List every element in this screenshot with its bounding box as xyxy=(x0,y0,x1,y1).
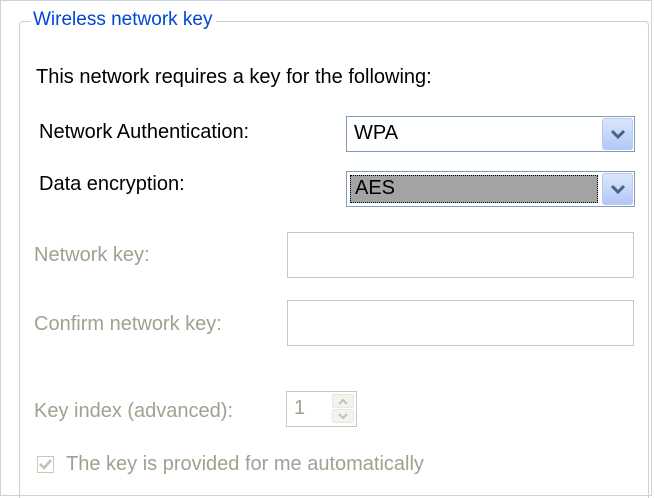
data-encryption-dropdown[interactable]: AES xyxy=(346,171,635,207)
group-title: Wireless network key xyxy=(31,8,216,32)
wireless-properties-panel: Wireless network key This network requir… xyxy=(0,0,652,498)
spinner-down-icon xyxy=(338,413,348,420)
chevron-down-icon xyxy=(611,184,625,195)
auto-key-checkbox[interactable] xyxy=(37,456,54,473)
data-encryption-label: Data encryption: xyxy=(39,173,185,195)
confirm-network-key-field[interactable] xyxy=(287,300,634,346)
network-key-label: Network key: xyxy=(34,244,150,266)
spinner-up-icon xyxy=(338,398,348,405)
network-authentication-label: Network Authentication: xyxy=(39,121,250,143)
data-encryption-value: AES xyxy=(355,177,396,199)
network-authentication-value: WPA xyxy=(354,122,399,144)
key-index-up-button[interactable] xyxy=(332,394,354,408)
chevron-down-icon xyxy=(611,129,625,140)
key-index-spinner[interactable]: 1 xyxy=(286,391,357,427)
confirm-network-key-label: Confirm network key: xyxy=(34,313,222,335)
data-encryption-dropdown-button[interactable] xyxy=(602,173,633,205)
network-key-field[interactable] xyxy=(287,232,634,278)
key-index-label: Key index (advanced): xyxy=(34,400,234,422)
intro-text: This network requires a key for the foll… xyxy=(36,66,432,88)
key-index-value: 1 xyxy=(294,397,306,419)
key-index-down-button[interactable] xyxy=(332,409,354,423)
dialog-canvas: Wireless network key This network requir… xyxy=(0,0,655,498)
network-authentication-dropdown-button[interactable] xyxy=(602,118,633,150)
checkmark-icon xyxy=(39,459,52,470)
network-authentication-dropdown[interactable]: WPA xyxy=(346,116,635,152)
auto-key-label: The key is provided for me automatically xyxy=(66,453,424,475)
